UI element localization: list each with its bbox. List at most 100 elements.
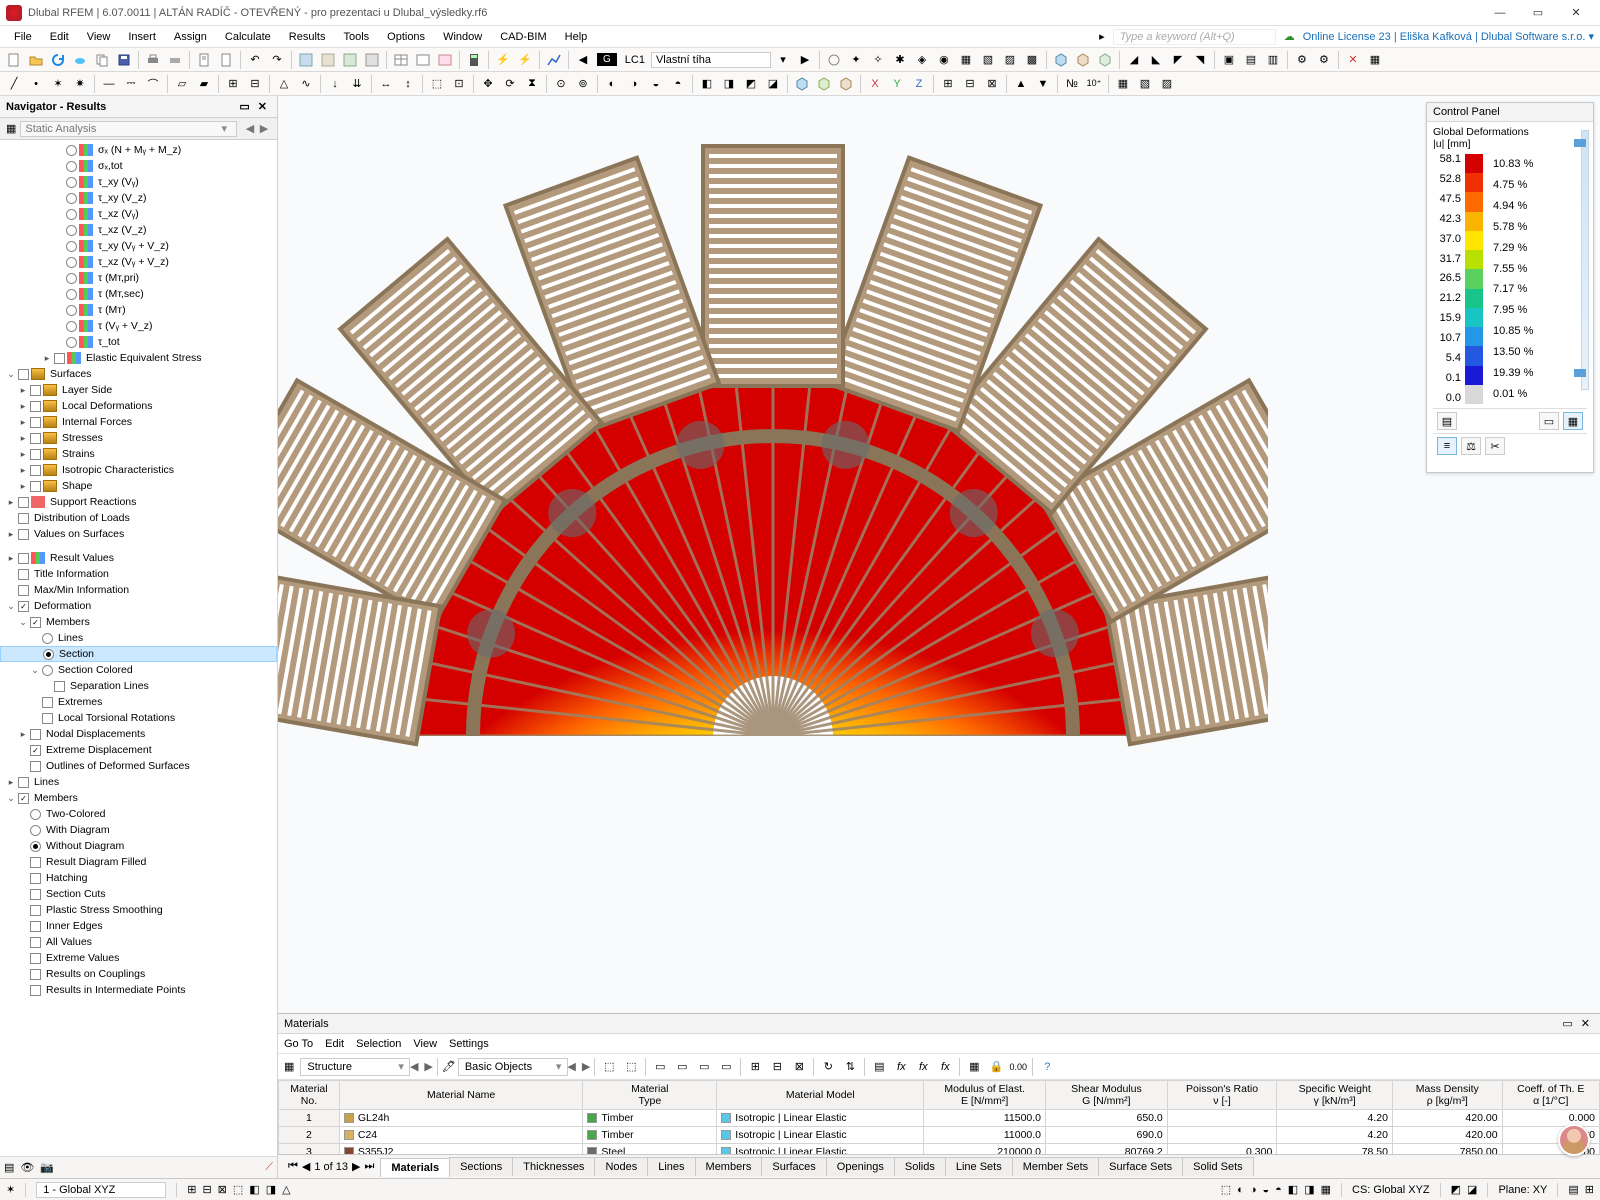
tree-item[interactable]: ▸Strains [0, 446, 277, 462]
report2-icon[interactable] [216, 50, 236, 70]
search-field[interactable]: Type a keyword (Alt+Q) [1113, 29, 1276, 45]
tool-icon[interactable]: ◑ [624, 74, 644, 94]
sb-icon[interactable]: ◪ [1467, 1183, 1477, 1196]
tree-item[interactable]: Extreme Values [0, 950, 277, 966]
sb-icon[interactable]: ⬚ [1221, 1183, 1231, 1196]
tree-item[interactable]: Result Diagram Filled [0, 854, 277, 870]
report-icon[interactable] [194, 50, 214, 70]
tree-item[interactable]: τ (Mт,sec) [0, 286, 277, 302]
tool-icon[interactable]: ⊠ [982, 74, 1002, 94]
tree-item[interactable]: All Values [0, 934, 277, 950]
tool-icon[interactable]: ◈ [912, 50, 932, 70]
menu-file[interactable]: File [6, 29, 40, 45]
open-icon[interactable] [26, 50, 46, 70]
tb-icon[interactable]: 0.00 [1008, 1057, 1028, 1077]
cube3-icon[interactable] [1095, 50, 1115, 70]
cloud-sync-icon[interactable] [70, 50, 90, 70]
tool-icon[interactable]: ⊟ [960, 74, 980, 94]
sel-icon[interactable]: ⬚ [427, 74, 447, 94]
tree-item[interactable]: Results in Intermediate Points [0, 982, 277, 998]
sb-icon[interactable]: ◨ [266, 1183, 276, 1196]
tree-item[interactable]: With Diagram [0, 822, 277, 838]
snap-icon[interactable]: ✶ [6, 1183, 15, 1196]
tree-item[interactable]: τ_xz (Vᵧ + V_z) [0, 254, 277, 270]
mat-menu-goto[interactable]: Go To [284, 1038, 313, 1050]
tree-item[interactable]: Without Diagram [0, 838, 277, 854]
tool-icon[interactable]: ▧ [1135, 74, 1155, 94]
print-icon[interactable] [143, 50, 163, 70]
maximize-button[interactable]: ▭ [1520, 2, 1556, 24]
menu-options[interactable]: Options [379, 29, 433, 45]
help-icon[interactable]: ▦ [1365, 50, 1385, 70]
nav-tab-display-icon[interactable]: 👁 [20, 1161, 34, 1174]
nav-tab-views-icon[interactable]: 📷 [40, 1161, 54, 1174]
table-tab[interactable]: Surfaces [761, 1157, 826, 1176]
cube-icon[interactable] [814, 74, 834, 94]
tree-item[interactable]: Inner Edges [0, 918, 277, 934]
tb-icon[interactable]: fx [913, 1057, 933, 1077]
load2-icon[interactable]: ⇊ [347, 74, 367, 94]
settings2-icon[interactable]: ⚙ [1314, 50, 1334, 70]
lc-dropdown-icon[interactable]: ▾ [773, 50, 793, 70]
user-avatar[interactable] [1558, 1124, 1590, 1156]
table-tab[interactable]: Lines [647, 1157, 695, 1176]
table-tab[interactable]: Solid Sets [1182, 1157, 1254, 1176]
sb-icon[interactable]: ⊠ [218, 1183, 227, 1196]
sb-icon[interactable]: △ [282, 1183, 290, 1196]
legend-btn-b[interactable]: ▭ [1539, 412, 1559, 430]
structure-select[interactable]: Structure [300, 1058, 410, 1076]
tb-icon[interactable]: fx [935, 1057, 955, 1077]
minimize-button[interactable]: — [1482, 2, 1518, 24]
tree-item[interactable]: Lines [0, 630, 277, 646]
prev-page-icon[interactable]: ◀ [302, 1160, 310, 1173]
mat-menu-edit[interactable]: Edit [325, 1038, 344, 1050]
iso-icon[interactable]: ◢ [1124, 50, 1144, 70]
spring-icon[interactable]: ∿ [296, 74, 316, 94]
tool-icon[interactable] [824, 50, 844, 70]
tb-icon[interactable]: 🔒 [986, 1057, 1006, 1077]
tree-item[interactable]: Max/Min Information [0, 582, 277, 598]
legend-tab-filter[interactable]: ✂ [1485, 437, 1505, 455]
tool-icon[interactable]: ▨ [1000, 50, 1020, 70]
tool-icon[interactable]: ✱ [890, 50, 910, 70]
tree-item[interactable]: ⌄Members [0, 790, 277, 806]
set2-icon[interactable]: ⊟ [245, 74, 265, 94]
analysis-type-select[interactable]: Static Analysis [20, 121, 237, 137]
model-viewport[interactable]: Control Panel Global Deformations |u| [m… [278, 96, 1600, 1013]
spark-icon[interactable]: ✶ [48, 74, 68, 94]
tool-icon[interactable]: ◨ [719, 74, 739, 94]
tb-icon[interactable]: ⊟ [767, 1057, 787, 1077]
sb-icon[interactable]: ◨ [1304, 1183, 1314, 1196]
view-c-icon[interactable] [340, 50, 360, 70]
tool-icon[interactable]: 10⁺ [1084, 74, 1104, 94]
tree-item[interactable]: ▸Support Reactions [0, 494, 277, 510]
tool-icon[interactable]: ▥ [1263, 50, 1283, 70]
menu-help[interactable]: Help [557, 29, 596, 45]
sb-icon[interactable]: ◐ [1237, 1184, 1244, 1196]
tree-item[interactable]: Extreme Displacement [0, 742, 277, 758]
table-row[interactable]: 1 GL24h Timber Isotropic | Linear Elasti… [279, 1110, 1600, 1127]
table-tab[interactable]: Members [695, 1157, 763, 1176]
tb-icon[interactable]: ↻ [818, 1057, 838, 1077]
tool-icon[interactable]: ◧ [697, 74, 717, 94]
legend-tab-factors[interactable]: ⚖ [1461, 437, 1481, 455]
sb-icon[interactable]: ◩ [1451, 1183, 1461, 1196]
cube-icon[interactable] [792, 74, 812, 94]
sb-icon[interactable]: ◓ [1275, 1184, 1282, 1196]
tool-icon[interactable]: ◉ [934, 50, 954, 70]
sb-icon[interactable]: ◑ [1250, 1184, 1257, 1196]
nav-prev-icon[interactable]: ◀ [243, 122, 257, 135]
dim-icon[interactable]: ↔ [376, 74, 396, 94]
nav-tab-results-icon[interactable]: ⟋ [265, 1161, 273, 1174]
tb-icon[interactable]: ▤ [869, 1057, 889, 1077]
line-icon[interactable]: — [99, 74, 119, 94]
menu-view[interactable]: View [79, 29, 119, 45]
axis-x-icon[interactable]: X [865, 74, 885, 94]
table-row[interactable]: 2 C24 Timber Isotropic | Linear Elastic … [279, 1127, 1600, 1144]
cube-icon[interactable] [836, 74, 856, 94]
tb-icon[interactable]: ▭ [672, 1057, 692, 1077]
table-tab[interactable]: Materials [380, 1158, 450, 1177]
tree-item[interactable]: τ_xz (V_z) [0, 222, 277, 238]
redo-icon[interactable]: ↷ [267, 50, 287, 70]
legend-tab-colors[interactable]: ≡ [1437, 437, 1457, 455]
